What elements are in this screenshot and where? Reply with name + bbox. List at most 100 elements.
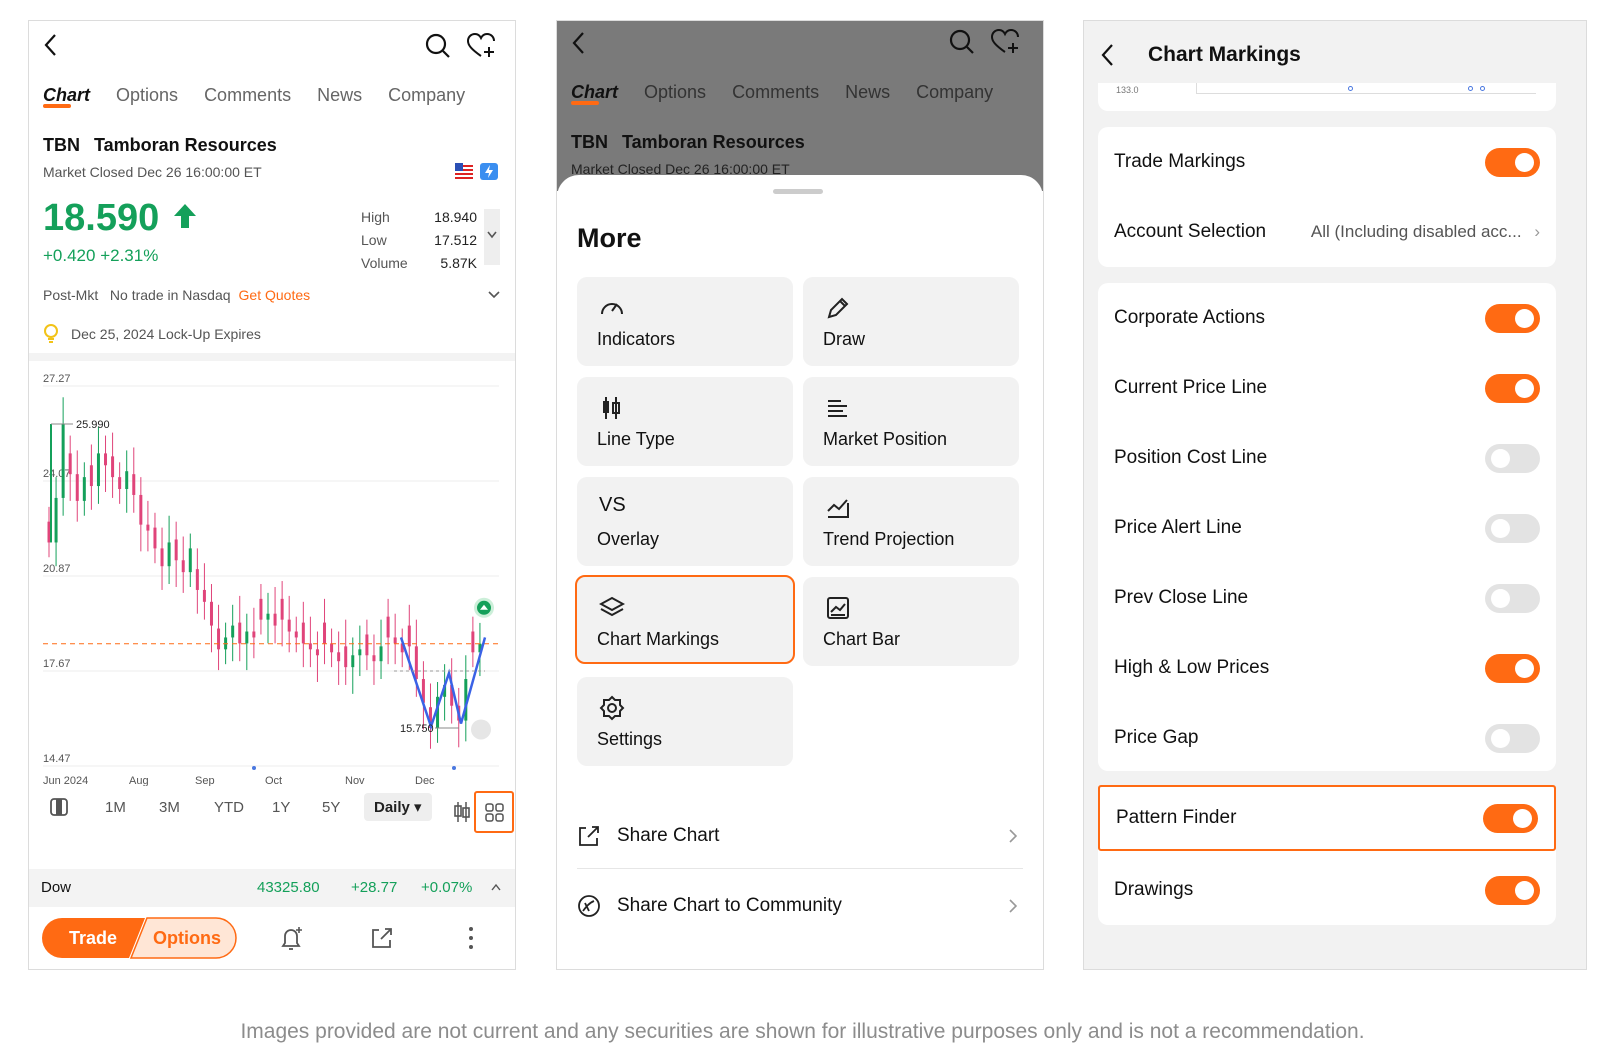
row-label: Pattern Finder — [1116, 807, 1237, 828]
period-1y[interactable]: 1Y — [272, 799, 322, 816]
setting-toggle[interactable] — [1485, 303, 1540, 333]
options-button[interactable]: Options — [153, 928, 221, 949]
tile-label: Chart Markings — [597, 629, 720, 649]
candle-body — [323, 622, 327, 644]
candle-body — [372, 655, 376, 662]
row-label: Current Price Line — [1114, 377, 1268, 398]
setting-toggle[interactable] — [1485, 443, 1540, 473]
line-type-tile[interactable]: Line Type — [577, 377, 793, 466]
period-3m[interactable]: 3M — [159, 799, 214, 816]
tab-company[interactable]: Company — [388, 85, 465, 106]
candle-body — [386, 616, 390, 638]
sheet-title: More — [577, 223, 642, 253]
back-icon[interactable] — [43, 33, 57, 57]
pattern-finder-toggle[interactable] — [1483, 803, 1538, 833]
setting-toggle[interactable] — [1485, 723, 1540, 753]
candle-body — [365, 634, 369, 656]
chevron-right-icon — [1009, 899, 1017, 913]
stats-block: High 18.940 Low 17.512 Volume 5.87K — [361, 206, 477, 275]
row-label: Corporate Actions — [1114, 307, 1266, 328]
price-chart[interactable]: 27.27 24.07 20.87 17.67 14.47 Jun 2024 Aug Sep O… — [29, 366, 516, 786]
page-title: Chart Markings — [1148, 43, 1301, 66]
marker-dot — [1480, 86, 1485, 91]
candle-body — [337, 652, 341, 662]
chart-markings-screen: Chart Markings 133.0 Trade Markings Acco… — [1083, 20, 1587, 970]
candle-body — [89, 465, 93, 487]
interval-select[interactable]: Daily ▾ — [364, 793, 432, 821]
stats-expand[interactable] — [484, 209, 500, 265]
tile-label: Line Type — [597, 429, 675, 449]
settings-tile[interactable]: Settings — [577, 677, 793, 766]
period-5y[interactable]: 5Y — [322, 799, 364, 816]
more-vertical-icon[interactable] — [467, 925, 475, 951]
row-label: Trade Markings — [1114, 151, 1246, 172]
sidebar-toggle-icon[interactable] — [49, 797, 69, 817]
candle-body — [308, 643, 312, 650]
period-1m[interactable]: 1M — [105, 799, 159, 816]
disclaimer: Images provided are not current and any … — [240, 1020, 1365, 1043]
trend-projection-tile[interactable]: Trend Projection — [803, 477, 1019, 566]
candle-body — [344, 646, 348, 668]
chevron-down-icon[interactable] — [488, 291, 500, 299]
setting-toggle[interactable] — [1485, 373, 1540, 403]
back-icon[interactable] — [1100, 43, 1114, 67]
setting-toggle[interactable] — [1485, 513, 1540, 543]
vs-icon: VS — [599, 494, 626, 516]
draw-tile[interactable]: Draw — [803, 277, 1019, 366]
candle-body — [471, 631, 475, 653]
y-tick-label: 27.27 — [43, 373, 71, 385]
trade-button[interactable]: Trade — [69, 928, 117, 949]
tab-chart: Chart — [571, 82, 619, 105]
chart-bar-tile[interactable]: Chart Bar — [803, 577, 1019, 666]
overlay-tile[interactable]: VS Overlay — [577, 477, 793, 566]
share-chart-row[interactable]: Share Chart — [577, 803, 1023, 869]
tab-comments[interactable]: Comments — [204, 85, 291, 106]
indicators-tile[interactable]: Indicators — [577, 277, 793, 366]
event-banner[interactable]: Dec 25, 2024 Lock-Up Expires — [43, 324, 261, 344]
account-selection-row[interactable]: Account Selection All (Including disable… — [1098, 197, 1556, 267]
candle-body — [181, 560, 185, 573]
watchlist-add-icon[interactable] — [467, 33, 497, 59]
period-ytd[interactable]: YTD — [214, 799, 272, 816]
drag-handle[interactable] — [773, 189, 823, 194]
share-icon[interactable] — [369, 925, 395, 951]
candle-body — [68, 453, 72, 475]
get-quotes-link[interactable]: Get Quotes — [239, 287, 311, 303]
arrow-up-icon — [173, 204, 196, 228]
share-community-row[interactable]: Share Chart to Community — [577, 873, 1023, 939]
share-chart-label: Share Chart — [617, 824, 720, 846]
chevron-right-icon — [1009, 829, 1017, 843]
index-change: +28.77 — [351, 879, 398, 896]
setting-row: Corporate Actions — [1098, 283, 1556, 353]
market-position-tile[interactable]: Market Position — [803, 377, 1019, 466]
share-community-label: Share Chart to Community — [617, 895, 842, 916]
candle-body — [125, 471, 129, 490]
more-sheet: More Indicators Draw Line Type Market Po… — [557, 175, 1043, 969]
candlestick-icon[interactable] — [453, 801, 471, 823]
bell-plus-icon[interactable] — [279, 925, 305, 953]
candle-body — [351, 655, 355, 668]
index-ticker-bar[interactable]: Dow 43325.80 +28.77 +0.07% — [29, 869, 515, 907]
chart-markings-tile[interactable]: Chart Markings — [575, 575, 795, 664]
volume-value: 5.87K — [440, 255, 477, 271]
candle-body — [330, 643, 334, 653]
more-tools-button[interactable] — [474, 791, 514, 833]
candle-body — [54, 497, 58, 543]
tab-news[interactable]: News — [317, 85, 362, 106]
candle-body — [111, 456, 115, 478]
setting-toggle[interactable] — [1485, 653, 1540, 683]
drawings-toggle[interactable] — [1485, 875, 1540, 905]
pattern-finder-row: Pattern Finder — [1098, 785, 1556, 851]
tab-options[interactable]: Options — [116, 85, 178, 106]
dimmed-background[interactable]: Chart Options Comments News Company TBN T… — [557, 21, 1043, 191]
tab-chart[interactable]: Chart — [43, 85, 90, 108]
lightning-icon[interactable] — [480, 163, 498, 180]
candle-body — [146, 524, 150, 531]
trade-markings-toggle[interactable] — [1485, 147, 1540, 177]
tile-label: Market Position — [823, 429, 948, 449]
search-icon[interactable] — [425, 33, 451, 59]
setting-toggle[interactable] — [1485, 583, 1540, 613]
bottom-action-bar: Trade Options — [41, 917, 505, 959]
grid-icon — [485, 803, 504, 822]
setting-row: Price Alert Line — [1098, 493, 1556, 563]
